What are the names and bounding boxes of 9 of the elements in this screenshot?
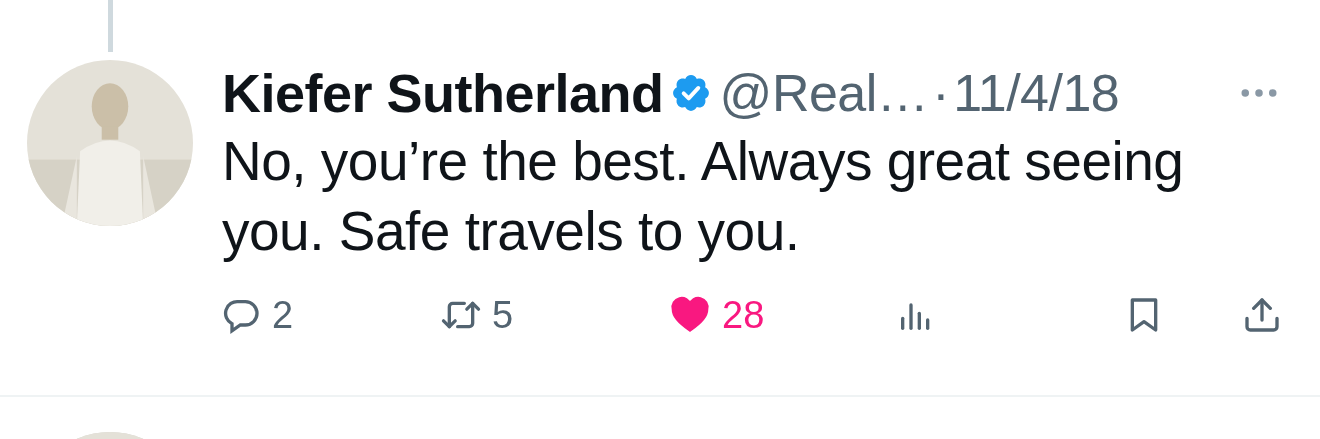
user-handle[interactable]: @Real…: [719, 63, 929, 123]
retweet-count: 5: [492, 293, 514, 337]
reply-count: 2: [272, 293, 294, 337]
author-name[interactable]: Kiefer Sutherland: [222, 62, 664, 124]
share-icon[interactable]: [1242, 295, 1282, 335]
separator: ·: [932, 63, 950, 123]
post-date[interactable]: 11/4/18: [953, 63, 1120, 123]
post-text: No, you’re the best. Always great seeing you. Safe travels to you.: [222, 129, 1185, 264]
like-count: 28: [722, 293, 765, 337]
